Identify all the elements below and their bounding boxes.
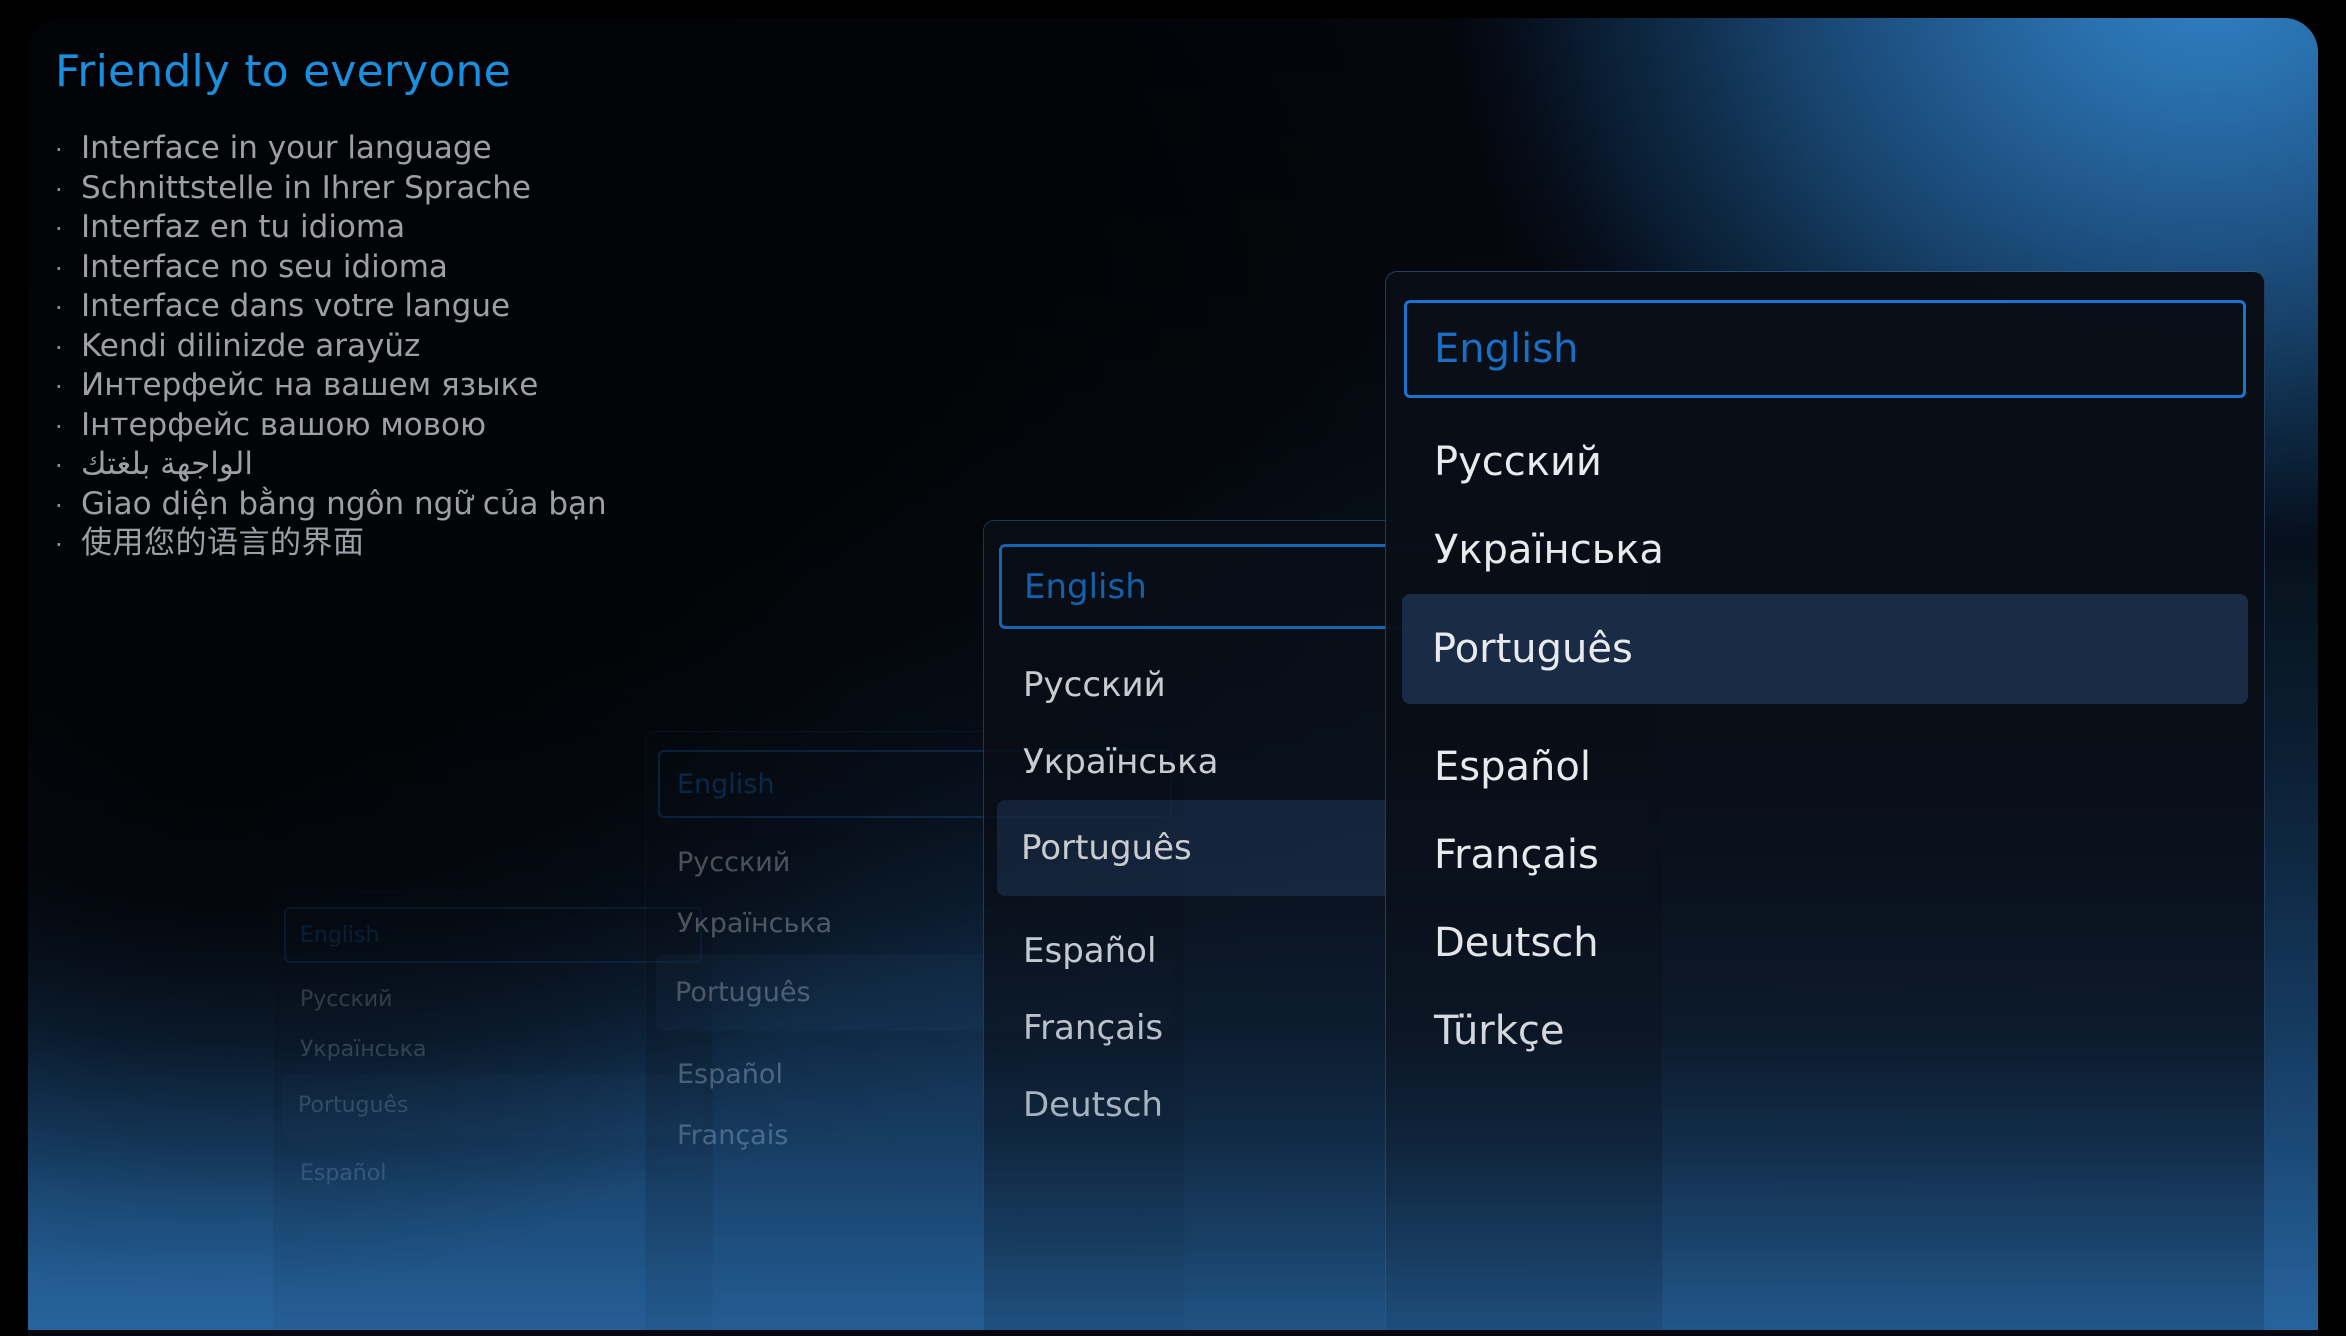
- language-option-label: English: [300, 922, 380, 948]
- bullet-icon: ·: [55, 412, 63, 441]
- feature-list-item: · Інтерфейс вашою мовою: [55, 407, 1055, 447]
- feature-list-item-label: Interface no seu idioma: [81, 248, 448, 285]
- language-option[interactable]: Русский: [1404, 418, 2246, 506]
- feature-list-item-label: Interfaz en tu idioma: [81, 209, 406, 246]
- language-option-hovered[interactable]: Português: [1402, 594, 2248, 704]
- feature-list: · Interface in your language · Schnittstell…: [55, 130, 1055, 565]
- language-option-selected[interactable]: English: [284, 907, 702, 963]
- feature-list-item: · Giao diện bằng ngôn ngữ của bạn: [55, 486, 1055, 526]
- language-option[interactable]: Français: [1404, 811, 2246, 899]
- language-option-label: English: [1434, 326, 1579, 372]
- language-option[interactable]: Türkçe: [1404, 987, 2246, 1075]
- language-option-label: Português: [298, 1093, 409, 1118]
- screenshot-root: Friendly to everyone · Interface in your …: [0, 0, 2346, 1336]
- feature-list-item: · Interfaz en tu idioma: [55, 209, 1055, 249]
- feature-list-item-label: Інтерфейс вашою мовою: [81, 406, 487, 443]
- feature-list-item-label: Giao diện bằng ngôn ngữ của bạn: [81, 485, 607, 522]
- language-option[interactable]: Українська: [1404, 506, 2246, 594]
- language-dropdown-front[interactable]: English Русский Українська Português Español…: [1385, 271, 2265, 1336]
- language-option-label: Русский: [1434, 439, 1602, 485]
- feature-column: Friendly to everyone · Interface in your …: [55, 46, 1055, 565]
- language-option[interactable]: Русский: [284, 974, 702, 1024]
- bullet-icon: ·: [55, 531, 63, 560]
- bullet-icon: ·: [55, 136, 63, 165]
- feature-list-item-label: Интерфейс на вашем языке: [81, 367, 539, 404]
- feature-list-item: · Interface in your language: [55, 130, 1055, 170]
- language-option-label: Português: [1432, 626, 1633, 672]
- feature-list-item: · 使用您的语言的界面: [55, 525, 1055, 565]
- language-option-label: Español: [1434, 744, 1591, 790]
- language-option-label: Türkçe: [1434, 1008, 1565, 1054]
- feature-list-item: · Интерфейс на вашем языке: [55, 367, 1055, 407]
- language-option-label: Українська: [1434, 527, 1664, 573]
- language-option-label: Português: [675, 977, 811, 1008]
- language-option-label: Deutsch: [1434, 920, 1599, 966]
- language-option-label: Français: [1023, 1007, 1164, 1048]
- language-option-label: Français: [1434, 832, 1599, 878]
- language-option-label: Français: [677, 1120, 789, 1151]
- feature-list-item-label: Kendi dilinizde arayüz: [81, 327, 421, 364]
- bullet-icon: ·: [55, 215, 63, 244]
- feature-list-item: · Interface no seu idioma: [55, 249, 1055, 289]
- feature-list-item: · Kendi dilinizde arayüz: [55, 328, 1055, 368]
- feature-list-item-label: الواجهة بلغتك: [81, 446, 253, 483]
- bullet-icon: ·: [55, 491, 63, 520]
- language-option-hovered[interactable]: Português: [282, 1074, 704, 1137]
- bullet-icon: ·: [55, 452, 63, 481]
- language-option-label: Español: [1023, 930, 1157, 971]
- feature-list-item-label: Schnittstelle in Ihrer Sprache: [81, 169, 531, 206]
- bullet-icon: ·: [55, 254, 63, 283]
- language-option-label: Español: [677, 1059, 783, 1090]
- language-option-label: Українська: [300, 1036, 427, 1062]
- language-option[interactable]: Español: [284, 1148, 702, 1198]
- language-option-label: Español: [300, 1160, 387, 1186]
- feature-list-item: · Interface dans votre langue: [55, 288, 1055, 328]
- feature-list-item-label: Interface dans votre langue: [81, 288, 511, 325]
- language-option[interactable]: Deutsch: [1404, 899, 2246, 987]
- feature-card: Friendly to everyone · Interface in your …: [28, 18, 2318, 1336]
- language-option-list: English Русский Українська Português Español…: [1386, 300, 2264, 1075]
- language-option-label: Português: [1021, 828, 1192, 868]
- language-option-label: Русский: [300, 986, 393, 1012]
- language-option-label: Русский: [1023, 664, 1166, 705]
- bullet-icon: ·: [55, 333, 63, 362]
- bullet-icon: ·: [55, 373, 63, 402]
- bullet-icon: ·: [55, 175, 63, 204]
- language-option-label: English: [677, 768, 775, 800]
- language-option-label: Українська: [677, 908, 833, 939]
- language-option[interactable]: Español: [1404, 723, 2246, 811]
- language-option-label: English: [1024, 566, 1147, 607]
- language-option-label: Deutsch: [1023, 1084, 1163, 1125]
- feature-list-item-label: 使用您的语言的界面: [81, 525, 365, 562]
- language-option[interactable]: Українська: [284, 1024, 702, 1074]
- language-option-selected[interactable]: English: [1404, 300, 2246, 398]
- feature-list-item: · Schnittstelle in Ihrer Sprache: [55, 170, 1055, 210]
- bullet-icon: ·: [55, 294, 63, 323]
- language-option-label: Русский: [677, 847, 791, 878]
- feature-list-item: · الواجهة بلغتك: [55, 446, 1055, 486]
- language-option-label: Українська: [1023, 741, 1219, 782]
- feature-list-item-label: Interface in your language: [81, 130, 492, 167]
- page-title: Friendly to everyone: [55, 46, 511, 97]
